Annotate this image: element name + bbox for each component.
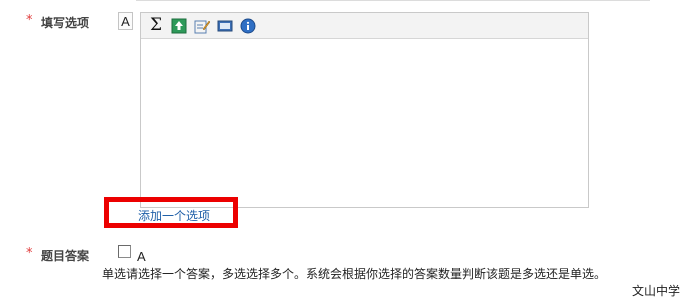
editor-toolbar: Σ <box>141 13 588 39</box>
school-name: 文山中学 <box>631 284 680 298</box>
media-icon[interactable] <box>216 17 234 35</box>
answer-checkbox-a[interactable] <box>118 245 131 258</box>
answer-option-letter: A <box>137 249 146 264</box>
required-marker: * <box>26 246 33 261</box>
answer-label: 题目答案 <box>41 249 90 263</box>
option-letter-a: A <box>118 12 133 30</box>
option-editor[interactable]: Σ <box>140 12 589 208</box>
formula-sigma-icon[interactable]: Σ <box>147 17 165 35</box>
top-divider <box>136 0 650 1</box>
add-option-link[interactable]: 添加一个选项 <box>138 207 210 224</box>
editor-body[interactable] <box>141 39 588 207</box>
fill-options-label: 填写选项 <box>41 16 90 30</box>
info-icon[interactable] <box>239 17 257 35</box>
required-marker: * <box>26 13 33 28</box>
edit-icon[interactable] <box>193 17 211 35</box>
answer-hint-text: 单选请选择一个答案，多选选择多个。系统会根据你选择的答案数量判断该题是多选还是单… <box>102 267 607 281</box>
insert-image-icon[interactable] <box>170 17 188 35</box>
